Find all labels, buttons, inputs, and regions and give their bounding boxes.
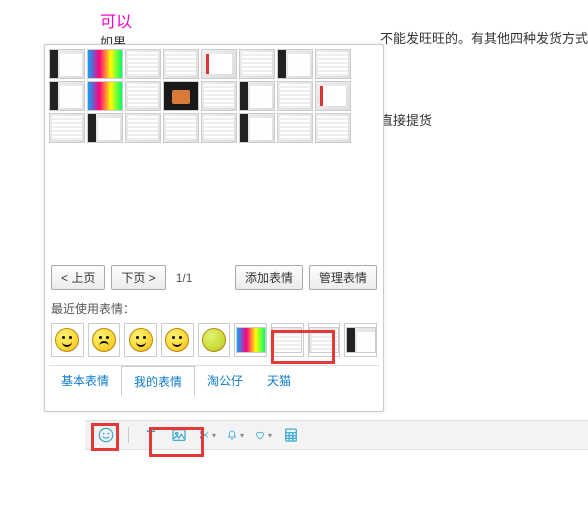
emoji-thumb[interactable]: [49, 81, 85, 111]
bg-text-right2: 直接提货: [380, 110, 432, 129]
emoji-thumb[interactable]: [125, 49, 161, 79]
recent-emoji[interactable]: [88, 323, 121, 357]
emoji-thumb[interactable]: [201, 113, 237, 143]
emoji-thumb[interactable]: [239, 49, 275, 79]
smile-icon[interactable]: [97, 426, 115, 444]
recent-emoji-label: 最近使用表情：: [49, 296, 379, 321]
emoji-thumb[interactable]: [125, 113, 161, 143]
emoji-thumb[interactable]: [277, 81, 313, 111]
emoji-thumb[interactable]: [87, 81, 123, 111]
emoji-thumb[interactable]: [239, 113, 275, 143]
emoji-thumb[interactable]: [163, 49, 199, 79]
tab-tmall[interactable]: 天猫: [255, 366, 303, 396]
emoji-thumb[interactable]: [239, 81, 275, 111]
emoji-thumb[interactable]: [163, 81, 199, 111]
emoji-thumb[interactable]: [315, 49, 351, 79]
next-page-button[interactable]: 下页 >: [111, 265, 165, 290]
bg-text-right1: 不能发旺旺的。有其他四种发货方式: [380, 28, 588, 47]
emoji-thumb[interactable]: [125, 81, 161, 111]
bell-icon[interactable]: ▾: [226, 426, 244, 444]
manage-emoji-button[interactable]: 管理表情: [309, 265, 377, 290]
text-icon[interactable]: T: [142, 426, 160, 444]
page-heading: 可以: [100, 8, 132, 32]
scissors-icon[interactable]: ▾: [198, 426, 216, 444]
recent-emoji[interactable]: [344, 323, 377, 357]
recent-emoji[interactable]: [198, 323, 231, 357]
add-emoji-button[interactable]: 添加表情: [235, 265, 303, 290]
recent-emoji[interactable]: [161, 323, 194, 357]
recent-emoji[interactable]: [271, 323, 304, 357]
emoji-thumb[interactable]: [49, 49, 85, 79]
emoji-thumb[interactable]: [277, 49, 313, 79]
emoji-thumb[interactable]: [315, 81, 351, 111]
emoji-thumb[interactable]: [315, 113, 351, 143]
recent-emoji-row: [49, 321, 379, 359]
recent-emoji[interactable]: [124, 323, 157, 357]
emoji-category-tabs: 基本表情 我的表情 淘公仔 天猫: [49, 365, 379, 396]
prev-page-button[interactable]: < 上页: [51, 265, 105, 290]
toolbar-divider: [128, 427, 129, 443]
custom-emoji-grid: [49, 49, 379, 259]
emoji-panel: < 上页 下页 > 1/1 添加表情 管理表情 最近使用表情： 基本表情 我的表…: [44, 44, 384, 412]
tab-taogongzai[interactable]: 淘公仔: [195, 366, 255, 396]
tab-basic-emoji[interactable]: 基本表情: [49, 366, 121, 396]
tab-my-emoji[interactable]: 我的表情: [121, 366, 195, 397]
recent-emoji[interactable]: [308, 323, 341, 357]
emoji-thumb[interactable]: [163, 113, 199, 143]
heart-icon[interactable]: ▾: [254, 426, 272, 444]
input-toolbar: T ▾ ▾ ▾: [85, 420, 588, 450]
emoji-thumb[interactable]: [49, 113, 85, 143]
page-indicator: 1/1: [176, 271, 193, 285]
emoji-thumb[interactable]: [87, 49, 123, 79]
emoji-thumb[interactable]: [201, 81, 237, 111]
pagination-row: < 上页 下页 > 1/1 添加表情 管理表情: [49, 259, 379, 296]
recent-emoji[interactable]: [51, 323, 84, 357]
emoji-thumb[interactable]: [87, 113, 123, 143]
recent-emoji[interactable]: [234, 323, 267, 357]
emoji-thumb[interactable]: [277, 113, 313, 143]
calculator-icon[interactable]: [282, 426, 300, 444]
image-icon[interactable]: [170, 426, 188, 444]
emoji-thumb[interactable]: [201, 49, 237, 79]
